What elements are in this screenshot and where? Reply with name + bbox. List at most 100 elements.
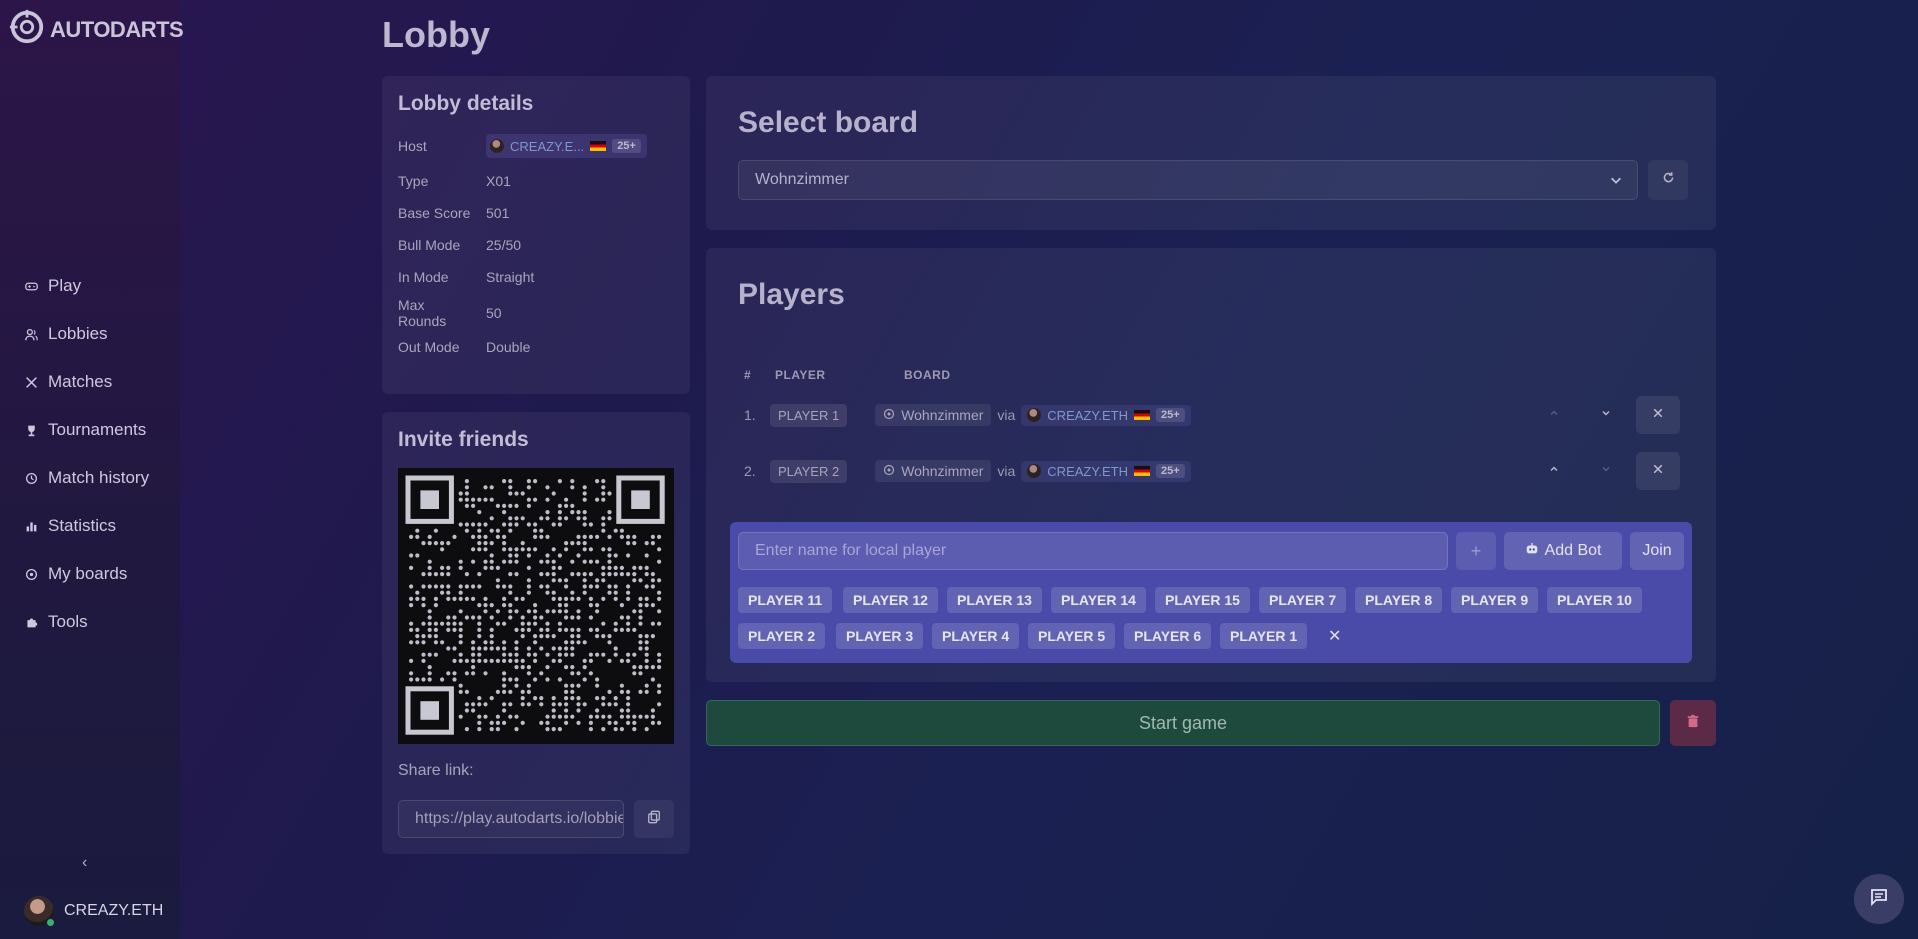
bar-chart-icon: [24, 519, 38, 533]
host-chip[interactable]: CREAZY.E... 25+: [486, 134, 647, 158]
player-suggestion-chip[interactable]: PLAYER 4: [932, 623, 1020, 649]
detail-value: 501: [486, 205, 510, 221]
add-local-player-button[interactable]: +: [1456, 532, 1496, 570]
level-badge: 25+: [612, 139, 641, 153]
user-name: CREAZY.ETH: [64, 902, 164, 919]
sidebar-item-my-boards[interactable]: My boards: [0, 550, 180, 598]
copy-link-button[interactable]: [634, 800, 674, 838]
detail-row-host: Host CREAZY.E... 25+: [398, 134, 674, 158]
sidebar-item-tournaments[interactable]: Tournaments: [0, 406, 180, 454]
move-up-button[interactable]: [1532, 396, 1576, 434]
player-suggestion-chip[interactable]: PLAYER 9: [1451, 587, 1539, 613]
players-title: Players: [738, 278, 845, 311]
player-suggestion-chip[interactable]: PLAYER 2: [738, 623, 826, 649]
robot-icon: [1525, 542, 1539, 561]
share-link-input[interactable]: https://play.autodarts.io/lobbies/: [398, 800, 624, 838]
online-indicator: [46, 918, 55, 927]
move-up-button[interactable]: [1532, 452, 1576, 490]
germany-flag-icon: [1133, 466, 1150, 476]
player-suggestion-chip[interactable]: PLAYER 15: [1155, 587, 1250, 613]
detail-row: In Mode Straight: [398, 267, 674, 287]
chat-button[interactable]: [1854, 874, 1904, 924]
users-icon: [24, 327, 38, 341]
sidebar-item-label: My boards: [48, 564, 128, 583]
sidebar-item-label: Tools: [48, 612, 88, 631]
move-down-button[interactable]: [1584, 396, 1628, 434]
player-suggestion-chip[interactable]: PLAYER 12: [843, 587, 938, 613]
add-player-panel: Enter name for local player + Add Bot Jo…: [730, 522, 1692, 663]
detail-key: Max Rounds: [398, 297, 447, 329]
sidebar-item-label: Tournaments: [48, 420, 147, 439]
column-header-player: PLAYER: [775, 368, 826, 382]
detail-value: 50: [486, 305, 502, 321]
crossed-swords-icon: [24, 375, 38, 389]
chevron-down-icon: [1600, 462, 1612, 480]
board-select[interactable]: Wohnzimmer: [738, 160, 1638, 200]
sidebar-item-label: Lobbies: [48, 324, 108, 343]
sidebar-item-statistics[interactable]: Statistics: [0, 502, 180, 550]
sidebar-item-match-history[interactable]: Match history: [0, 454, 180, 502]
germany-flag-icon: [1133, 410, 1150, 420]
player-suggestion-chip[interactable]: PLAYER 11: [738, 587, 833, 613]
delete-lobby-button[interactable]: [1670, 700, 1716, 746]
detail-key: Host: [398, 138, 427, 154]
target-icon: [883, 463, 895, 479]
logo[interactable]: AUTODARTS: [8, 8, 184, 51]
user-menu[interactable]: CREAZY.ETH: [24, 896, 164, 927]
trash-icon: [1686, 714, 1700, 733]
player-suggestion-chip[interactable]: PLAYER 6: [1124, 623, 1212, 649]
sidebar-item-lobbies[interactable]: Lobbies: [0, 310, 180, 358]
remove-player-button[interactable]: [1636, 396, 1680, 434]
refresh-icon: [1662, 171, 1675, 189]
via-label: via: [997, 463, 1016, 479]
owner-chip[interactable]: CREAZY.ETH 25+: [1021, 460, 1191, 482]
add-bot-label: Add Bot: [1544, 542, 1602, 559]
column-header-board: BOARD: [904, 368, 951, 382]
select-board-card: Select board Wohnzimmer: [706, 76, 1716, 230]
sidebar-item-play[interactable]: Play: [0, 262, 180, 310]
join-button[interactable]: Join: [1630, 532, 1684, 570]
player-suggestion-chip[interactable]: PLAYER 14: [1051, 587, 1146, 613]
gamepad-icon: [24, 279, 38, 293]
player-suggestion-chip[interactable]: PLAYER 13: [947, 587, 1042, 613]
column-header-num: #: [744, 368, 752, 382]
player-suggestion-chip[interactable]: PLAYER 3: [836, 623, 924, 649]
sidebar-nav: Play Lobbies Matches Tournaments Match h…: [0, 262, 180, 646]
player-suggestion-chip[interactable]: PLAYER 8: [1355, 587, 1443, 613]
sidebar-item-label: Matches: [48, 372, 113, 391]
remove-player-button[interactable]: [1636, 452, 1680, 490]
sidebar: AUTODARTS Play Lobbies Matches Tournamen…: [0, 0, 184, 939]
board-name: Wohnzimmer: [901, 407, 984, 423]
owner-chip[interactable]: CREAZY.ETH 25+: [1021, 404, 1191, 426]
invite-friends-card: Invite friends Share link: https://play.…: [382, 412, 690, 854]
target-icon: [883, 407, 895, 423]
sidebar-item-label: Match history: [48, 468, 150, 487]
player-suggestion-chip[interactable]: PLAYER 10: [1547, 587, 1642, 613]
local-player-name-input[interactable]: Enter name for local player: [738, 532, 1448, 570]
detail-key: In Mode: [398, 269, 449, 285]
owner-name: CREAZY.ETH: [1047, 407, 1128, 423]
refresh-boards-button[interactable]: [1648, 160, 1688, 200]
board-name: Wohnzimmer: [901, 463, 984, 479]
row-number: 1.: [744, 407, 756, 423]
germany-flag-icon: [590, 141, 607, 151]
start-game-button[interactable]: Start game: [706, 700, 1660, 746]
detail-row: Base Score 501: [398, 203, 674, 223]
clear-suggestions-button[interactable]: ✕: [1328, 626, 1341, 646]
detail-key: Bull Mode: [398, 237, 461, 253]
collapse-sidebar-button[interactable]: ‹: [82, 854, 87, 872]
row-number: 2.: [744, 463, 756, 479]
move-down-button[interactable]: [1584, 452, 1628, 490]
sidebar-item-tools[interactable]: Tools: [0, 598, 180, 646]
player-suggestion-chip[interactable]: PLAYER 1: [1220, 623, 1308, 649]
chevron-down-icon: [1600, 406, 1612, 424]
player-suggestion-chip[interactable]: PLAYER 5: [1028, 623, 1116, 649]
trophy-icon: [24, 423, 38, 437]
lobby-details-card: Lobby details Host CREAZY.E... 25+ Type …: [382, 76, 690, 394]
sidebar-item-matches[interactable]: Matches: [0, 358, 180, 406]
detail-key: Out Mode: [398, 339, 460, 355]
board-chip: Wohnzimmer: [875, 404, 992, 426]
add-bot-button[interactable]: Add Bot: [1504, 532, 1622, 570]
close-icon: [1652, 462, 1664, 480]
player-suggestion-chip[interactable]: PLAYER 7: [1259, 587, 1347, 613]
